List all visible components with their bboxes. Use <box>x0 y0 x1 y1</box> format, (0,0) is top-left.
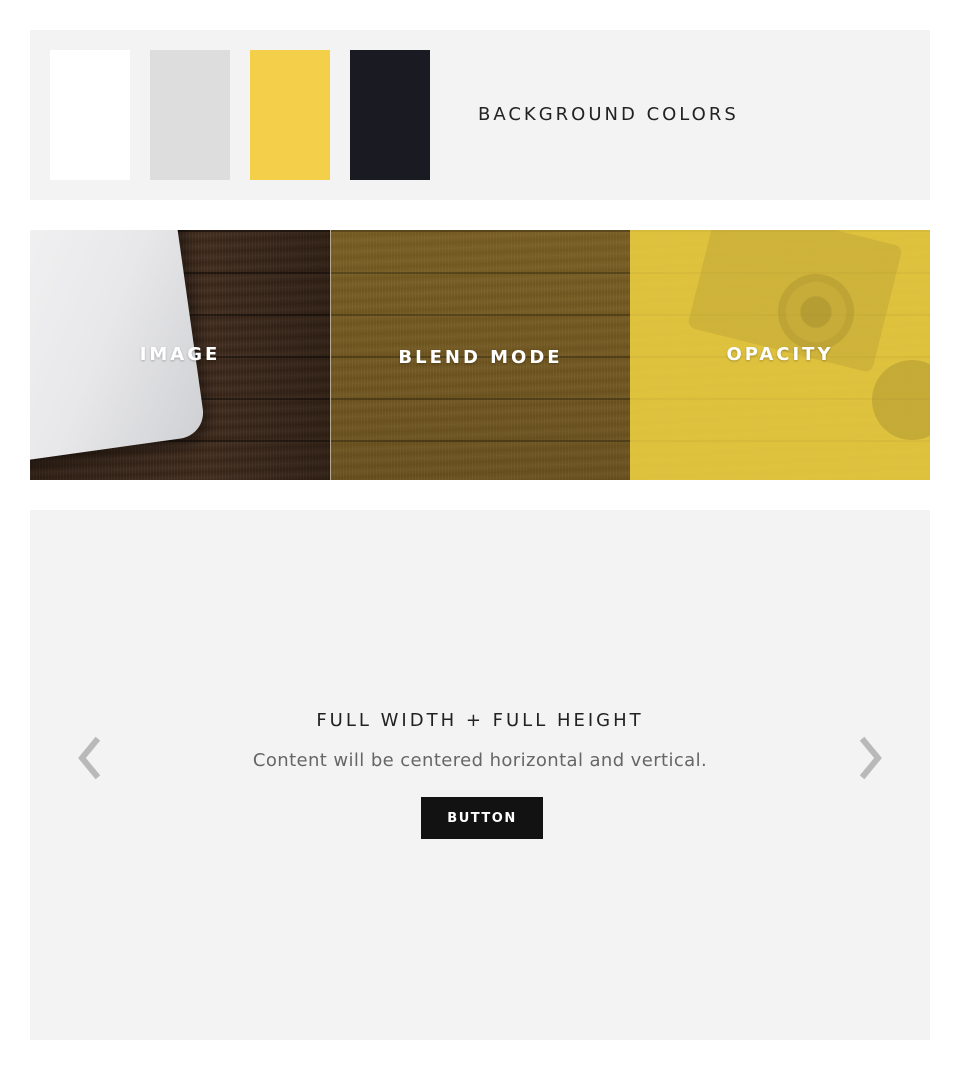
slider-next-button[interactable] <box>856 736 886 780</box>
hero-button[interactable]: BUTTON <box>421 797 543 839</box>
full-height-slider: FULL WIDTH + FULL HEIGHT Content will be… <box>30 510 930 1040</box>
background-colors-title: BACKGROUND COLORS <box>478 104 739 125</box>
tile-blend-mode-label: BLEND MODE <box>398 347 563 368</box>
hero-subtitle: Content will be centered horizontal and … <box>252 750 708 771</box>
background-colors-panel: BACKGROUND COLORS <box>30 30 930 200</box>
chevron-right-icon <box>859 736 882 780</box>
tile-image: IMAGE <box>30 230 330 480</box>
tile-image-label: IMAGE <box>139 344 221 365</box>
hero-title: FULL WIDTH + FULL HEIGHT <box>316 710 644 731</box>
tile-opacity: OPACITY <box>630 230 930 480</box>
swatch-yellow <box>250 50 330 180</box>
swatch-light-gray <box>150 50 230 180</box>
swatch-white <box>50 50 130 180</box>
image-tiles: IMAGE BLEND MODE OPACITY <box>30 230 930 480</box>
swatch-dark-navy <box>350 50 430 180</box>
tile-blend-mode: BLEND MODE <box>330 230 630 480</box>
tile-opacity-label: OPACITY <box>726 344 834 365</box>
